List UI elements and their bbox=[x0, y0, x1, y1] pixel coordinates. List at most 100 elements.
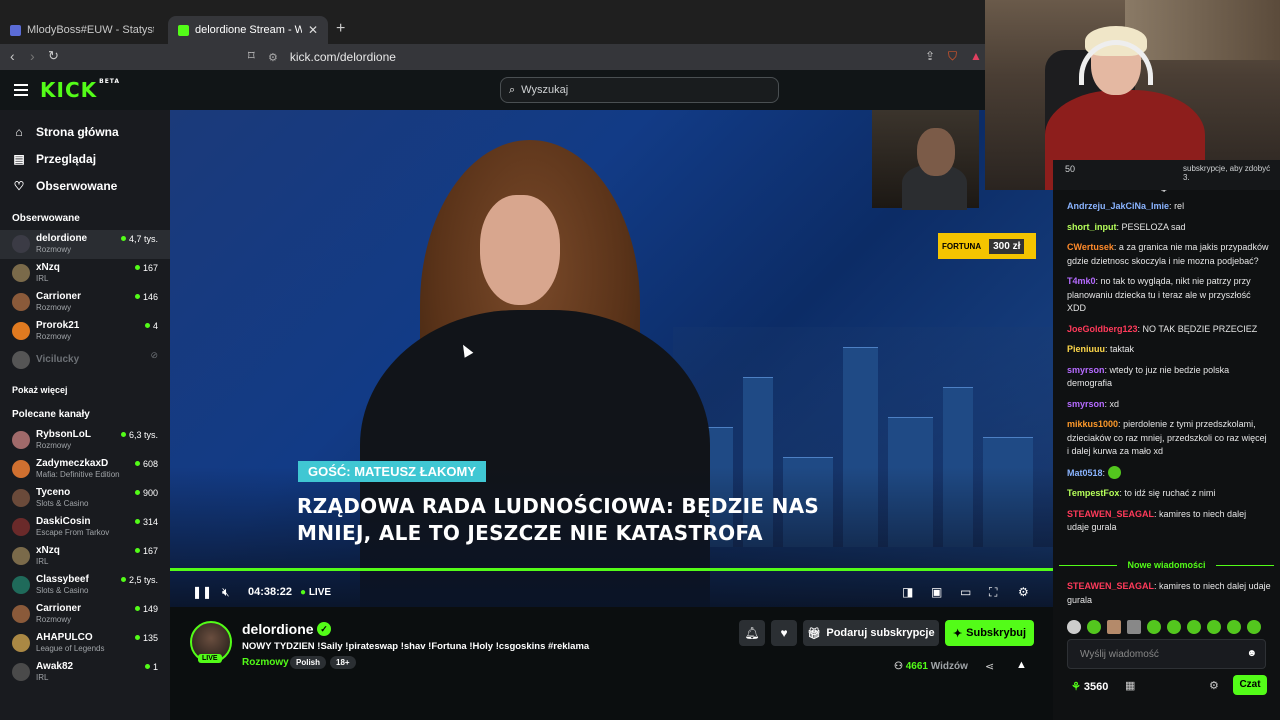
close-tab-icon[interactable]: ✕ bbox=[308, 23, 318, 37]
chat-placeholder: Wyślij wiadomość bbox=[1080, 648, 1159, 660]
rewards-icon[interactable]: ▲ bbox=[970, 49, 982, 63]
chat-username[interactable]: Andrzeju_JakCiNa_Imie bbox=[1067, 201, 1169, 211]
chat-username[interactable]: smyrson bbox=[1067, 399, 1105, 409]
sidebar-channel-zadymeczkaxd[interactable]: ZadymeczkaxD Mafia: Definitive Edition 608 bbox=[0, 455, 170, 484]
chat-username[interactable]: smyrson bbox=[1067, 365, 1105, 375]
emote[interactable] bbox=[1167, 620, 1181, 634]
tag-language[interactable]: Polish bbox=[290, 656, 327, 669]
stream-category[interactable]: Rozmowy bbox=[242, 657, 289, 668]
emote[interactable] bbox=[1187, 620, 1201, 634]
chat-message: smyrson: xd bbox=[1067, 398, 1270, 412]
sidebar-channel-delordione[interactable]: delordione Rozmowy 4,7 tys. bbox=[0, 230, 170, 259]
emote[interactable] bbox=[1147, 620, 1161, 634]
tab-favicon-1 bbox=[10, 24, 21, 36]
show-more-link[interactable]: Pokaż więcej bbox=[0, 385, 170, 395]
viewer-count: 1 bbox=[144, 662, 158, 672]
share-icon[interactable]: ⋖ bbox=[985, 660, 994, 673]
emote[interactable] bbox=[1067, 620, 1081, 634]
url-field[interactable]: ⚙ kick.com/delordione bbox=[268, 46, 988, 68]
forward-icon[interactable]: › bbox=[30, 48, 35, 64]
back-icon[interactable]: ‹ bbox=[10, 48, 15, 64]
avatar bbox=[12, 264, 30, 282]
emote[interactable] bbox=[1127, 620, 1141, 634]
sidebar-item-following[interactable]: ♡ Obserwowane bbox=[0, 172, 170, 199]
picture-in-picture bbox=[872, 110, 979, 210]
chat-username[interactable]: CWertusek bbox=[1067, 242, 1114, 252]
sidebar-channel-xnzq[interactable]: xNzq IRL 167 bbox=[0, 542, 170, 571]
share-icon[interactable]: ⇪ bbox=[925, 49, 935, 63]
progress-bar[interactable] bbox=[170, 568, 1053, 571]
emote[interactable] bbox=[1247, 620, 1261, 634]
chat-username[interactable]: Mat0518 bbox=[1067, 468, 1103, 478]
channel-name[interactable]: delordione bbox=[242, 621, 314, 637]
chat-username[interactable]: mikkus1000 bbox=[1067, 419, 1118, 429]
headline-line-1: RZĄDOWA RADA LUDNOŚCIOWA: BĘDZIE NAS bbox=[297, 494, 820, 518]
reload-icon[interactable]: ↻ bbox=[48, 48, 59, 64]
chat-username[interactable]: STEAWEN_SEAGAL bbox=[1067, 581, 1154, 591]
channel-points[interactable]: ⚘ 3560 bbox=[1071, 680, 1108, 693]
sidebar-item-home[interactable]: ⌂ Strona główna bbox=[0, 118, 170, 145]
pause-icon[interactable]: ❚❚ bbox=[192, 585, 212, 599]
chat-text: PESELOZA sad bbox=[1121, 221, 1186, 232]
bookmark-icon[interactable]: ⌑ bbox=[248, 48, 255, 64]
theater-mode-icon[interactable]: ◨ bbox=[902, 585, 913, 599]
new-messages-divider[interactable]: Nowe wiadomości bbox=[1059, 558, 1274, 572]
viewer-number: 2,5 tys. bbox=[128, 575, 158, 585]
emoji-icon[interactable]: ☻ bbox=[1246, 648, 1257, 659]
channel-name: xNzq bbox=[36, 262, 60, 273]
fullscreen-icon[interactable]: ⛶ bbox=[989, 585, 997, 600]
sidebar-channel-prorok21[interactable]: Prorok21 Rozmowy 4 bbox=[0, 317, 170, 346]
sidebar-item-browse[interactable]: ▤ Przeglądaj bbox=[0, 145, 170, 172]
subscribe-button[interactable]: ✦ Subskrybuj bbox=[945, 620, 1034, 646]
tab-title-2: delordione Stream - Watch Live bbox=[195, 24, 302, 36]
live-dot-icon bbox=[144, 664, 150, 669]
report-icon[interactable]: ▲ bbox=[1016, 659, 1027, 671]
chat-username[interactable]: TempestFox bbox=[1067, 488, 1119, 498]
sidebar-channel-rybsonlol[interactable]: RybsonLoL Rozmowy 6,3 tys. bbox=[0, 426, 170, 455]
viewer-count: 4 bbox=[144, 321, 158, 331]
sidebar-channel-carrioner[interactable]: Carrioner Rozmowy 146 bbox=[0, 288, 170, 317]
emote[interactable] bbox=[1087, 620, 1101, 634]
gift-subs-button[interactable]: 🎁︎ Podaruj subskrypcje bbox=[803, 620, 939, 646]
sidebar-channel-awak82[interactable]: Awak82 IRL 1 bbox=[0, 658, 170, 687]
site-info-icon[interactable]: ⚙ bbox=[268, 51, 278, 64]
viewer-label: Widzów bbox=[930, 661, 968, 672]
browser-tab-2[interactable]: delordione Stream - Watch Live ✕ bbox=[168, 16, 328, 44]
search-input[interactable]: ⌕ Wyszukaj bbox=[500, 77, 779, 103]
browser-tab-1[interactable]: MlodyBoss#EUW - Statystyki przywo bbox=[0, 16, 164, 44]
sidebar-channel-ahapulco[interactable]: AHAPULCO League of Legends 135 bbox=[0, 629, 170, 658]
chat-username[interactable]: JoeGoldberg123 bbox=[1067, 324, 1138, 334]
store-icon[interactable]: ▦ bbox=[1125, 679, 1135, 692]
new-tab-button[interactable]: + bbox=[336, 20, 345, 38]
emote[interactable] bbox=[1207, 620, 1221, 634]
notification-bell-icon[interactable]: 🔔︎ bbox=[739, 620, 765, 646]
sidebar-channel-classybeef[interactable]: Classybeef Slots & Casino 2,5 tys. bbox=[0, 571, 170, 600]
settings-icon[interactable]: ⚙ bbox=[1018, 585, 1029, 599]
chat-username[interactable]: T4mk0 bbox=[1067, 276, 1096, 286]
sponsor-badge: FORTUNA 300 zł bbox=[938, 233, 1036, 259]
menu-icon[interactable] bbox=[14, 84, 28, 96]
chat-input[interactable]: Wyślij wiadomość ☻ bbox=[1067, 639, 1266, 669]
chat-username[interactable]: short_input bbox=[1067, 222, 1117, 232]
home-icon: ⌂ bbox=[15, 124, 23, 139]
sidebar-channel-tyceno[interactable]: Tyceno Slots & Casino 900 bbox=[0, 484, 170, 513]
subscribe-label: Subskrybuj bbox=[966, 627, 1027, 639]
video-player[interactable]: FORTUNA 300 zł GOŚĆ: MATEUSZ ŁAKOMY RZĄDO… bbox=[170, 110, 1053, 607]
mute-icon[interactable]: 🔇︎ bbox=[222, 585, 230, 600]
chat-username[interactable]: STEAWEN_SEAGAL bbox=[1067, 509, 1154, 519]
clip-icon[interactable]: ▣ bbox=[931, 585, 942, 599]
emote[interactable] bbox=[1107, 620, 1121, 634]
kick-logo[interactable]: KICK BETA bbox=[40, 78, 120, 102]
tag-age[interactable]: 18+ bbox=[330, 656, 356, 669]
sidebar-channel-xnzq[interactable]: xNzq IRL 167 bbox=[0, 259, 170, 288]
chat-settings-icon[interactable]: ⚙ bbox=[1209, 679, 1219, 692]
sidebar-channel-vicilucky[interactable]: Vicilucky ⊘ bbox=[0, 346, 170, 375]
brave-shield-icon[interactable]: ⛉ bbox=[948, 49, 957, 64]
sidebar-channel-daskicosin[interactable]: DaskiCosin Escape From Tarkov 314 bbox=[0, 513, 170, 542]
miniplayer-icon[interactable]: ▭ bbox=[960, 585, 971, 599]
follow-heart-icon[interactable]: ♥ bbox=[771, 620, 797, 646]
emote[interactable] bbox=[1227, 620, 1241, 634]
sidebar-channel-carrioner[interactable]: Carrioner Rozmowy 149 bbox=[0, 600, 170, 629]
chat-username[interactable]: Pieniuuu bbox=[1067, 344, 1105, 354]
send-chat-button[interactable]: Czat bbox=[1233, 675, 1267, 695]
